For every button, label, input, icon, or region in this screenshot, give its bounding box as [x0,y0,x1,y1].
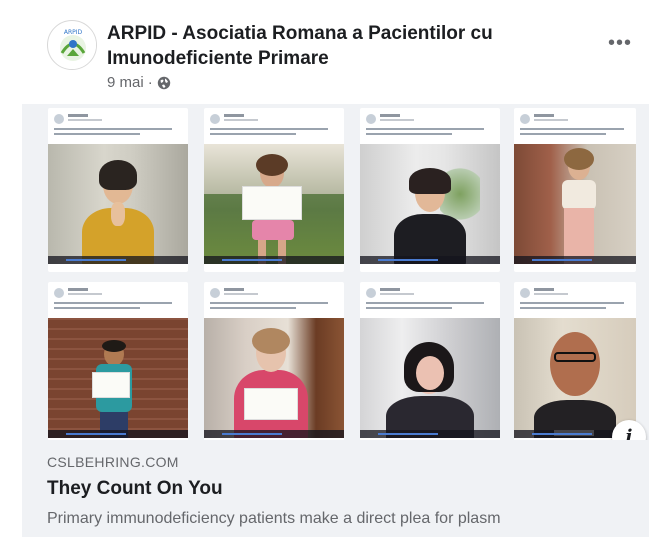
facebook-post: ARPID ARPID - Asociatia Romana a Pacient… [0,0,651,537]
svg-text:ARPID: ARPID [64,29,83,36]
more-options-button[interactable]: ••• [608,32,632,55]
link-preview-caption[interactable]: CSLBEHRING.COM They Count On You Primary… [22,440,649,537]
video-thumbnail [204,108,344,272]
meta-separator: · [147,74,153,91]
video-collage [22,104,649,440]
video-thumbnail [360,108,500,272]
arpid-logo-icon: ARPID [49,22,96,69]
post-meta: 9 mai · [107,74,171,91]
video-thumbnail [48,108,188,272]
page-name-link[interactable]: ARPID - Asociatia Romana a Pacientilor c… [107,21,577,71]
video-thumbnail [204,282,344,440]
video-thumbnail [514,108,636,272]
link-description: Primary immunodeficiency patients make a… [47,510,501,527]
link-title[interactable]: They Count On You [47,478,223,500]
link-domain: CSLBEHRING.COM [47,454,179,470]
post-timestamp[interactable]: 9 mai [107,74,144,91]
video-thumbnail [48,282,188,440]
video-thumbnail [514,282,636,440]
globe-icon [157,76,170,89]
link-preview-image[interactable] [22,104,649,440]
video-thumbnail [360,282,500,440]
page-avatar[interactable]: ARPID [47,20,97,70]
